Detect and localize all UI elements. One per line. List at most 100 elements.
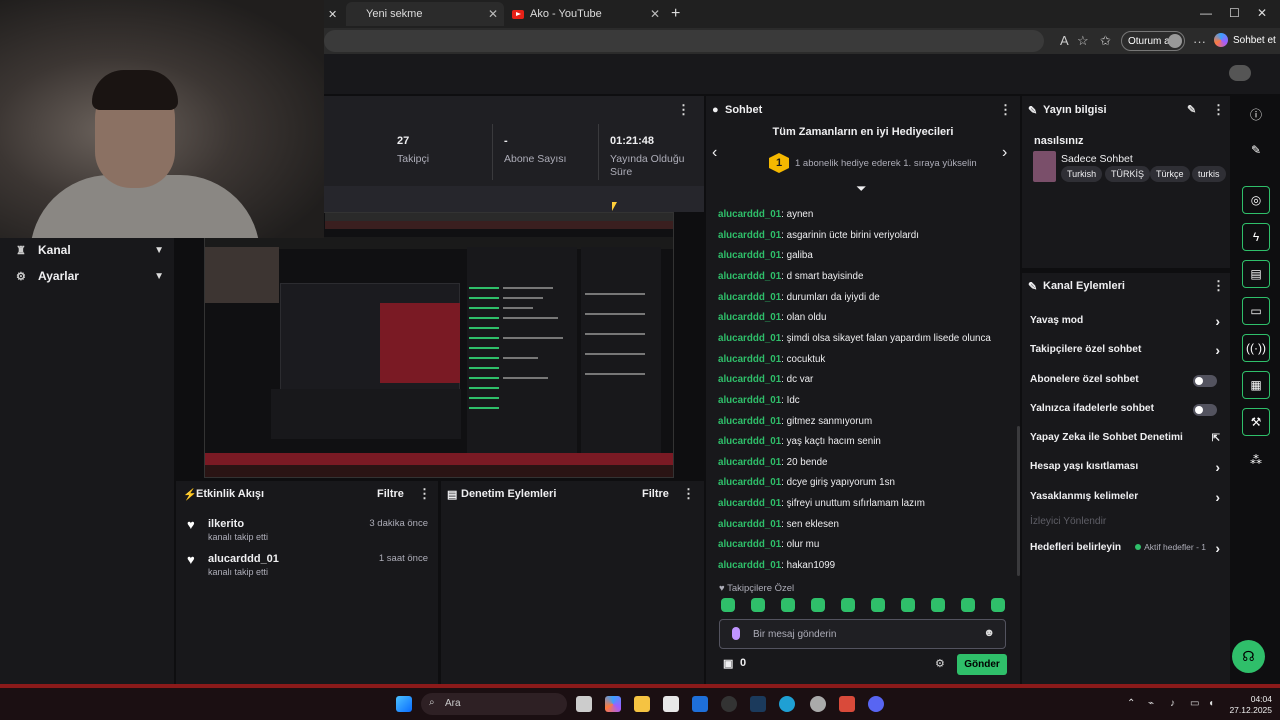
chat-input[interactable]: Bir mesaj gönderin ☻ [719, 619, 1006, 649]
chat-username[interactable]: alucarddd_01 [718, 230, 781, 241]
avatar[interactable] [1229, 65, 1251, 81]
filter-button[interactable]: Filtre [377, 488, 404, 500]
chat-username[interactable]: alucarddd_01 [718, 395, 781, 406]
chat-username[interactable]: alucarddd_01 [718, 457, 781, 468]
action-follower-chat[interactable]: Takipçilere özel sohbet › [1030, 342, 1224, 360]
broadcast-icon[interactable]: ((·)) [1242, 334, 1270, 362]
tag[interactable]: Turkish [1061, 166, 1103, 182]
lightning-icon[interactable]: ϟ [1242, 223, 1270, 251]
copilot-button[interactable]: Sohbet et [1214, 30, 1276, 50]
chat-username[interactable]: alucarddd_01 [718, 477, 781, 488]
star-icon[interactable]: ☆ [1077, 33, 1089, 49]
emote-icon[interactable] [721, 598, 735, 612]
tab-youtube[interactable]: Ako - YouTube ✕ [508, 2, 666, 26]
minimize-button[interactable]: — [1200, 6, 1212, 20]
chevron-left-icon[interactable]: ‹ [712, 144, 717, 162]
chat-username[interactable]: alucarddd_01 [718, 354, 781, 365]
action-slow-mode[interactable]: Yavaş mod › [1030, 313, 1224, 331]
volume-icon[interactable]: ◖ [1208, 698, 1214, 709]
send-button[interactable]: Gönder [957, 654, 1007, 675]
chat-bubble-icon[interactable]: ▭ [1242, 297, 1270, 325]
maximize-button[interactable]: ☐ [1229, 6, 1240, 20]
action-ai-moderation[interactable]: Yapay Zeka ile Sohbet Denetimi ⇱ [1030, 432, 1224, 448]
action-account-age[interactable]: Hesap yaşı kısıtlaması › [1030, 459, 1224, 477]
action-goals[interactable]: Hedefleri belirleyin Aktif hedefler - 1 … [1030, 540, 1224, 558]
emote-icon[interactable] [961, 598, 975, 612]
emote-icon[interactable] [811, 598, 825, 612]
info-icon[interactable]: ⓘ [1242, 100, 1270, 128]
tag[interactable]: turkis [1192, 166, 1226, 182]
tag[interactable]: Türkçe [1150, 166, 1190, 182]
points-icon[interactable]: ▣ [723, 657, 733, 670]
more-options-icon[interactable]: ⋮ [1212, 278, 1225, 294]
wrench-icon[interactable]: ⚒ [1242, 408, 1270, 436]
taskbar-search[interactable]: ⌕ Ara [421, 693, 567, 715]
document-icon[interactable]: ▤ [1242, 260, 1270, 288]
chat-scrollbar[interactable] [1017, 426, 1020, 576]
gear-icon[interactable]: ⚙ [935, 657, 945, 670]
emote-chat-toggle[interactable] [1193, 404, 1217, 416]
outlook-icon[interactable] [692, 696, 708, 712]
sidebar-item-channel[interactable]: ♜ Kanal ▼ [16, 241, 164, 259]
action-subscriber-chat[interactable]: Abonelere özel sohbet [1030, 374, 1224, 390]
more-options-icon[interactable]: ⋮ [418, 486, 431, 502]
discord-icon[interactable] [868, 696, 884, 712]
display-icon[interactable]: ▭ [1190, 698, 1199, 709]
more-options-icon[interactable]: ⋮ [682, 486, 695, 502]
mic-icon[interactable]: ♪ [1170, 698, 1175, 709]
login-button[interactable]: Oturum aç [1121, 31, 1185, 51]
camera-icon[interactable]: ◎ [1242, 186, 1270, 214]
taskbar-clock[interactable]: 04:04 27.12.2025 [1224, 694, 1272, 716]
chat-username[interactable]: alucarddd_01 [718, 416, 781, 427]
emoji-icon[interactable]: ☻ [983, 627, 995, 639]
chat-username[interactable]: alucarddd_01 [718, 560, 781, 571]
chat-username[interactable]: alucarddd_01 [718, 333, 781, 344]
chat-username[interactable]: alucarddd_01 [718, 436, 781, 447]
chat-username[interactable]: alucarddd_01 [718, 271, 781, 282]
emote-icon[interactable] [931, 598, 945, 612]
emote-icon[interactable] [751, 598, 765, 612]
app-icon[interactable] [721, 696, 737, 712]
chat-username[interactable]: alucarddd_01 [718, 539, 781, 550]
mic-icon[interactable] [732, 627, 740, 640]
more-icon[interactable]: ··· [1193, 34, 1206, 49]
chat-username[interactable]: alucarddd_01 [718, 498, 781, 509]
support-button[interactable]: ☊ [1232, 640, 1265, 673]
settings-icon[interactable] [810, 696, 826, 712]
chat-username[interactable]: alucarddd_01 [718, 209, 781, 220]
edit-icon[interactable]: ✎ [1242, 136, 1270, 164]
copilot-icon[interactable] [605, 696, 621, 712]
filter-button[interactable]: Filtre [642, 488, 669, 500]
windows-start-icon[interactable] [396, 696, 412, 712]
action-emote-chat[interactable]: Yalnızca ifadelerle sohbet [1030, 403, 1224, 419]
more-options-icon[interactable]: ⋮ [999, 102, 1012, 118]
emote-icon[interactable] [871, 598, 885, 612]
more-options-icon[interactable]: ⋮ [677, 102, 690, 118]
close-icon[interactable]: ✕ [650, 7, 660, 21]
close-icon[interactable]: ✕ [328, 8, 337, 21]
emote-icon[interactable] [781, 598, 795, 612]
app-icon[interactable] [839, 696, 855, 712]
emote-icon[interactable] [991, 598, 1005, 612]
tab-close-left[interactable]: ✕ [328, 2, 342, 26]
chat-username[interactable]: alucarddd_01 [718, 250, 781, 261]
activity-user[interactable]: alucarddd_01 [208, 553, 279, 565]
subscriber-chat-toggle[interactable] [1193, 375, 1217, 387]
layout-icon[interactable]: ▦ [1242, 371, 1270, 399]
store-icon[interactable] [663, 696, 679, 712]
chat-username[interactable]: alucarddd_01 [718, 292, 781, 303]
url-field[interactable] [324, 30, 1044, 52]
network-icon[interactable]: ⌁ [1148, 698, 1154, 709]
activity-user[interactable]: ilkerito [208, 518, 244, 530]
share-icon[interactable]: ⁂ [1242, 446, 1270, 474]
emote-icon[interactable] [901, 598, 915, 612]
sidebar-item-settings[interactable]: ⚙ Ayarlar ▼ [16, 267, 164, 285]
tab-new[interactable]: Yeni sekme ✕ [346, 2, 504, 26]
action-banned-words[interactable]: Yasaklanmış kelimeler › [1030, 489, 1224, 507]
collapse-icon[interactable]: ⏷ [857, 183, 866, 196]
more-options-icon[interactable]: ⋮ [1212, 102, 1225, 118]
preview-video[interactable] [204, 212, 674, 478]
tag[interactable]: TÜRKİŞ [1105, 166, 1151, 182]
chat-username[interactable]: alucarddd_01 [718, 374, 781, 385]
chevron-right-icon[interactable]: › [1002, 144, 1007, 162]
